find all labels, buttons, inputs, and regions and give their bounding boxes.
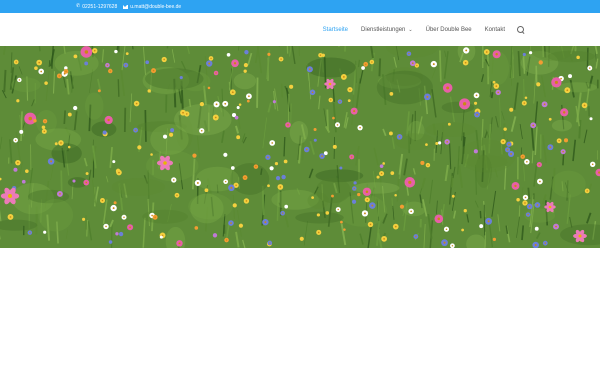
email-address[interactable]: u.matt@double-bee.de [130, 4, 181, 10]
nav-item-dienstleistungen[interactable]: Dienstleistungen ⌄ [361, 27, 413, 33]
search-icon[interactable] [517, 26, 524, 33]
chevron-down-icon: ⌄ [408, 26, 413, 33]
nav-item-label: Über Double Bee [425, 26, 472, 33]
nav-item-label: Dienstleistungen [361, 26, 406, 33]
envelope-icon [123, 4, 129, 9]
nav-item-startseite[interactable]: Startseite [323, 27, 348, 33]
nav-item-kontakt[interactable]: Kontakt [485, 27, 505, 33]
nav-item-label: Startseite [322, 26, 349, 33]
nav-item-label: Kontakt [484, 26, 505, 33]
hero-image-wildflower-meadow [0, 46, 600, 248]
phone-icon: ✆ [76, 3, 81, 9]
phone-number[interactable]: 02251-1297628 [82, 4, 117, 10]
phone-contact[interactable]: ✆ 02251-1297628 [76, 4, 117, 10]
meadow-illustration [0, 46, 600, 248]
main-header: Startseite Dienstleistungen ⌄ Über Doubl… [0, 13, 600, 46]
top-bar: ✆ 02251-1297628 u.matt@double-bee.de [0, 0, 600, 13]
main-navigation: Startseite Dienstleistungen ⌄ Über Doubl… [310, 13, 524, 46]
email-contact[interactable]: u.matt@double-bee.de [123, 4, 181, 10]
nav-item-ueber-double-bee[interactable]: Über Double Bee [426, 27, 472, 33]
